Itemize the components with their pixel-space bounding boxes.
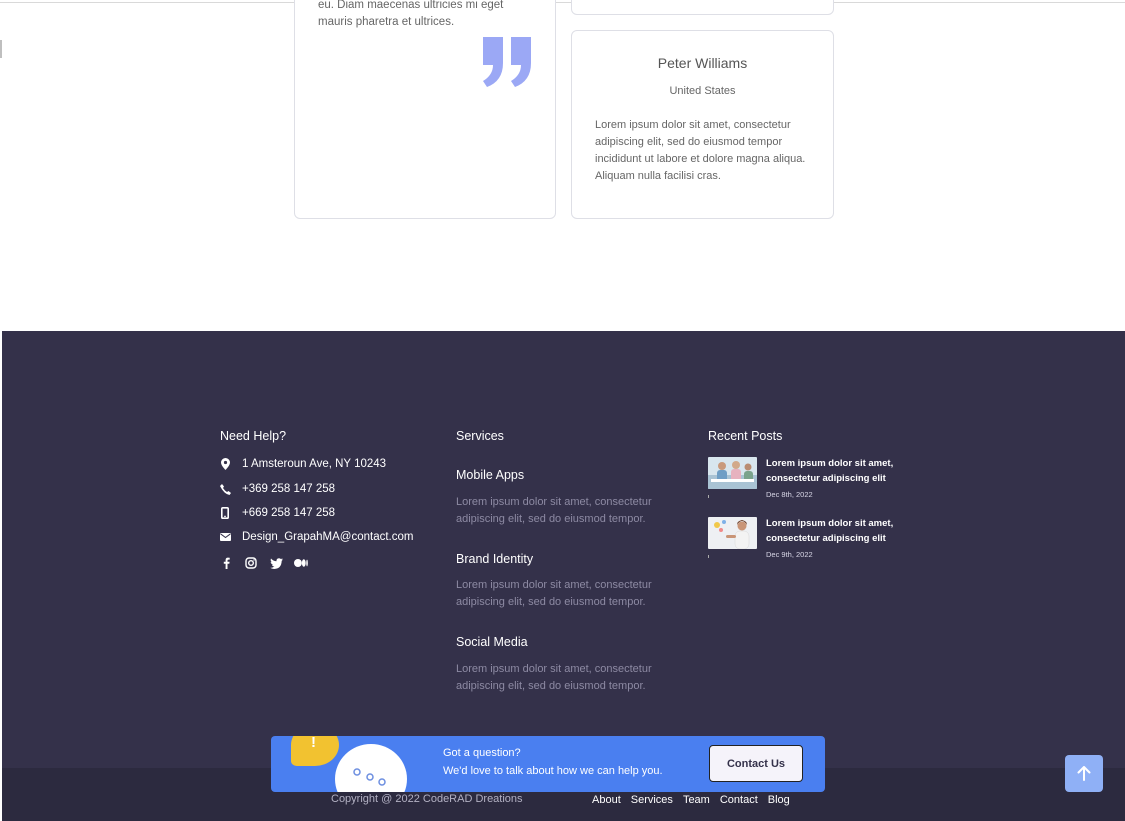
- service-title-mobile-apps[interactable]: Mobile Apps: [456, 468, 524, 482]
- mobile-row[interactable]: +669 258 147 258: [219, 507, 335, 519]
- chat-dots-icon: [335, 744, 407, 792]
- cta-subtext: We'd love to talk about how we can help …: [443, 765, 663, 777]
- post-date: Dec 9th, 2022: [766, 550, 813, 559]
- email-row[interactable]: Design_GrapahMA@contact.com: [219, 531, 413, 543]
- testimonial-card: eu. Diam maecenas ultricies mi eget maur…: [294, 0, 556, 219]
- footer-link-team[interactable]: Team: [683, 794, 710, 806]
- post-divider: [708, 555, 709, 558]
- cta-question: Got a question?: [443, 747, 521, 759]
- testimonial-card: [571, 0, 834, 15]
- service-title-brand-identity[interactable]: Brand Identity: [456, 552, 533, 566]
- services-title: Services: [456, 429, 504, 443]
- service-desc: Lorem ipsum dolor sit amet, consectetur …: [456, 663, 652, 692]
- phone-row[interactable]: +369 258 147 258: [219, 483, 335, 495]
- email-text[interactable]: Design_GrapahMA@contact.com: [242, 531, 413, 543]
- recent-post-item[interactable]: Lorem ipsum dolor sit amet, consectetur …: [708, 457, 908, 501]
- post-divider: [708, 495, 709, 498]
- instagram-icon[interactable]: [244, 556, 258, 570]
- post-thumbnail[interactable]: [708, 517, 757, 549]
- arrow-up-icon: [1077, 766, 1091, 781]
- post-title[interactable]: Lorem ipsum dolor sit amet, consectetur …: [766, 517, 906, 546]
- location-pin-icon: [219, 458, 231, 470]
- scroll-to-top-button[interactable]: [1065, 755, 1103, 792]
- footer-link-services[interactable]: Services: [631, 794, 673, 806]
- testimonial-text: eu. Diam maecenas ultricies mi eget maur…: [318, 0, 504, 28]
- top-divider: [0, 2, 1125, 3]
- post-date: Dec 8th, 2022: [766, 490, 813, 499]
- contact-us-button[interactable]: Contact Us: [709, 745, 803, 782]
- mobile-text[interactable]: +669 258 147 258: [242, 507, 335, 519]
- post-title[interactable]: Lorem ipsum dolor sit amet, consectetur …: [766, 457, 906, 486]
- address-row: 1 Amsteroun Ave, NY 10243: [219, 458, 386, 470]
- footer-nav: About Services Team Contact Blog: [592, 794, 790, 806]
- recent-post-item[interactable]: Lorem ipsum dolor sit amet, consectetur …: [708, 517, 908, 561]
- testimonial-country: United States: [669, 85, 736, 97]
- quote-icon: [483, 37, 531, 87]
- post-thumbnail[interactable]: [708, 457, 757, 489]
- need-help-title: Need Help?: [220, 429, 287, 443]
- service-title-social-media[interactable]: Social Media: [456, 635, 528, 649]
- testimonial-name: Peter Williams: [657, 55, 748, 71]
- phone-text[interactable]: +369 258 147 258: [242, 483, 335, 495]
- scroll-edge-mark: [0, 40, 2, 58]
- recent-posts-title: Recent Posts: [708, 429, 783, 443]
- facebook-icon[interactable]: [219, 556, 233, 570]
- contact-cta-banner: ! Got a question? We'd love to talk abou…: [271, 736, 825, 792]
- copyright-text: Copyright @ 2022 CodeRAD Dreations: [331, 793, 523, 805]
- testimonial-card: Peter Williams United States Lorem ipsum…: [571, 30, 834, 219]
- phone-icon: [219, 483, 231, 495]
- exclamation-icon: !: [311, 736, 316, 751]
- service-desc: Lorem ipsum dolor sit amet, consectetur …: [456, 496, 652, 525]
- footer-link-blog[interactable]: Blog: [768, 794, 790, 806]
- twitter-icon[interactable]: [269, 556, 283, 570]
- service-desc: Lorem ipsum dolor sit amet, consectetur …: [456, 579, 652, 608]
- mobile-icon: [219, 507, 231, 519]
- testimonial-text: Lorem ipsum dolor sit amet, consectetur …: [595, 119, 806, 182]
- footer-link-about[interactable]: About: [592, 794, 621, 806]
- address-text: 1 Amsteroun Ave, NY 10243: [242, 458, 387, 470]
- footer-link-contact[interactable]: Contact: [720, 794, 758, 806]
- social-links: [219, 556, 308, 570]
- envelope-icon: [219, 531, 231, 543]
- medium-icon[interactable]: [294, 556, 308, 570]
